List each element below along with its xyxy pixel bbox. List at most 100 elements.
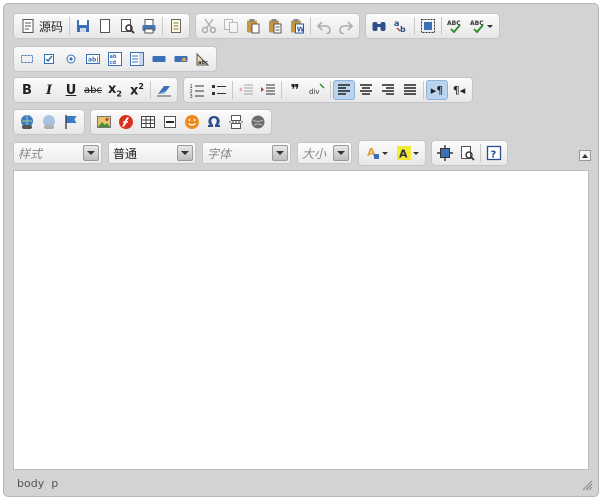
bold-button[interactable]: B (16, 80, 38, 100)
undo-button[interactable] (313, 16, 335, 36)
create-div-icon: div (309, 83, 325, 96)
strike-button[interactable]: abc (82, 80, 104, 100)
font-size-combo-label: 大小 (302, 146, 327, 161)
templates-button[interactable] (165, 16, 187, 36)
page-break-button[interactable] (225, 112, 247, 132)
source-label: 源码 (39, 19, 64, 34)
checkbox-button[interactable] (38, 49, 60, 69)
background-color-button[interactable]: A (392, 143, 423, 163)
text-color-button[interactable]: A (361, 143, 392, 163)
cut-button[interactable] (198, 16, 220, 36)
path-item-body[interactable]: body (17, 477, 44, 490)
basic-styles-group: B I U abc x2 x2 (13, 77, 178, 103)
align-center-button[interactable] (355, 80, 377, 100)
print-button[interactable] (138, 16, 160, 36)
image-icon (97, 116, 111, 128)
format-combo[interactable]: 普通 (108, 142, 196, 164)
separator (330, 81, 331, 99)
styles-combo[interactable]: 样式 (13, 142, 102, 164)
redo-icon (339, 21, 354, 34)
toolbar-collapse-button[interactable] (579, 150, 591, 161)
editing-area[interactable] (13, 170, 589, 470)
paste-text-button[interactable] (264, 16, 286, 36)
numbered-list-button[interactable]: 123 (186, 80, 208, 100)
maximize-button[interactable] (434, 143, 456, 163)
toolbar-row-1: 源码 W ab ABC ABC (13, 13, 505, 39)
rtl-button[interactable]: ¶◂ (448, 80, 470, 100)
select-field-button[interactable] (126, 49, 148, 69)
path-item-p[interactable]: p (51, 477, 58, 490)
ltr-icon: ▸¶ (430, 83, 444, 97)
align-left-button[interactable] (333, 80, 355, 100)
image-button-button[interactable] (170, 49, 192, 69)
subscript-button[interactable]: x2 (104, 80, 126, 100)
justify-button[interactable] (399, 80, 421, 100)
image-button[interactable] (93, 112, 115, 132)
unlink-button[interactable] (38, 112, 60, 132)
table-icon (141, 116, 155, 128)
paste-from-word-button[interactable]: W (286, 16, 308, 36)
italic-button[interactable]: I (38, 80, 60, 100)
chevron-down-icon[interactable] (83, 145, 99, 161)
spellcheck-button[interactable]: ABC (444, 16, 466, 36)
link-icon (21, 115, 33, 129)
preview-button[interactable] (116, 16, 138, 36)
separator (414, 17, 416, 35)
source-button[interactable]: 源码 (16, 16, 67, 36)
ltr-button[interactable]: ▸¶ (426, 80, 448, 100)
indent-button[interactable] (257, 80, 279, 100)
chevron-down-icon[interactable] (333, 145, 349, 161)
redo-button[interactable] (335, 16, 357, 36)
align-right-button[interactable] (377, 80, 399, 100)
outdent-button[interactable] (235, 80, 257, 100)
resize-handle-icon[interactable] (582, 480, 593, 491)
show-blocks-button[interactable] (456, 143, 478, 163)
numbered-list-icon: 123 (190, 84, 204, 98)
special-char-button[interactable]: Ω (203, 112, 225, 132)
save-button[interactable] (72, 16, 94, 36)
separator (480, 144, 481, 162)
chevron-down-icon[interactable] (272, 145, 288, 161)
new-page-button[interactable] (94, 16, 116, 36)
scayt-button[interactable]: ABC (466, 16, 497, 36)
paste-button[interactable] (242, 16, 264, 36)
align-right-icon (382, 84, 394, 95)
form-button[interactable] (16, 49, 38, 69)
superscript-button[interactable]: x2 (126, 80, 148, 100)
horizontal-rule-button[interactable] (159, 112, 181, 132)
show-blocks-icon (461, 146, 475, 161)
link-button[interactable] (16, 112, 38, 132)
paragraph-group: 123 ❞ div ▸¶ ¶◂ (183, 77, 473, 103)
about-button[interactable]: ? (483, 143, 505, 163)
form-button-button[interactable] (148, 49, 170, 69)
table-button[interactable] (137, 112, 159, 132)
create-div-button[interactable]: div (306, 80, 328, 100)
textarea-button[interactable]: ab cd (104, 49, 126, 69)
hidden-field-button[interactable]: abc (192, 49, 214, 69)
chevron-down-icon[interactable] (177, 145, 193, 161)
underline-button[interactable]: U (60, 80, 82, 100)
select-all-icon (421, 19, 436, 33)
text-color-icon: A (367, 146, 379, 159)
unlink-icon (43, 115, 55, 129)
smiley-button[interactable] (181, 112, 203, 132)
bulleted-list-button[interactable] (208, 80, 230, 100)
select-all-button[interactable] (417, 16, 439, 36)
textfield-button[interactable]: ab| (82, 49, 104, 69)
spellcheck-icon: ABC (447, 20, 461, 34)
elements-path: body p (17, 477, 58, 490)
blockquote-button[interactable]: ❞ (284, 80, 306, 100)
flash-button[interactable] (115, 112, 137, 132)
remove-format-button[interactable] (153, 80, 175, 100)
find-button[interactable] (368, 16, 390, 36)
anchor-button[interactable] (60, 112, 82, 132)
source-icon (22, 19, 34, 33)
radio-button[interactable] (60, 49, 82, 69)
iframe-button[interactable] (247, 112, 269, 132)
replace-button[interactable]: ab (390, 16, 412, 36)
copy-button[interactable] (220, 16, 242, 36)
font-combo[interactable]: 字体 (202, 142, 291, 164)
font-size-combo[interactable]: 大小 (297, 142, 352, 164)
background-color-icon: A (397, 146, 411, 161)
smiley-icon (185, 115, 199, 129)
